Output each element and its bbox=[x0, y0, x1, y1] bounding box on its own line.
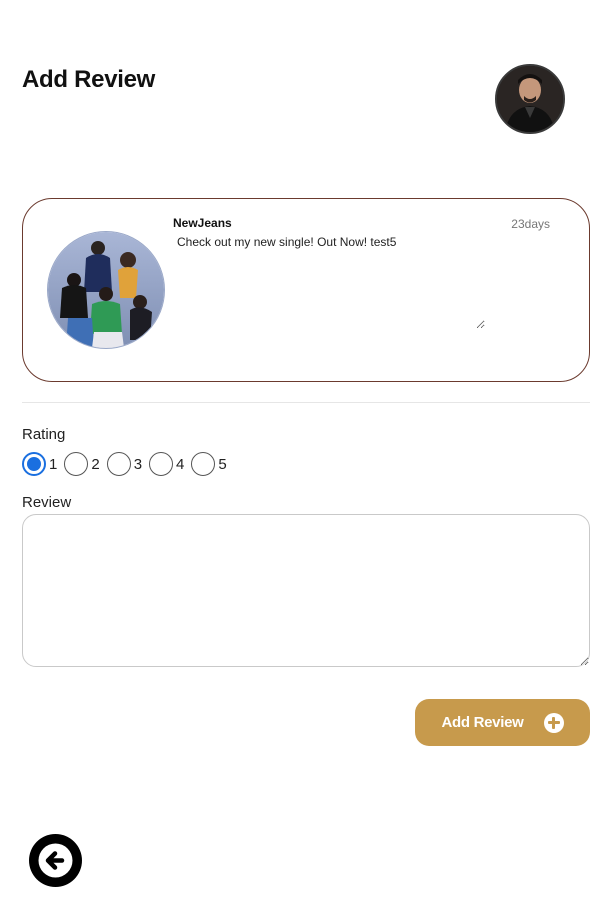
rating-radio-5[interactable] bbox=[191, 452, 216, 476]
add-review-button[interactable]: Add Review bbox=[415, 699, 590, 746]
post-card: NewJeans 23days bbox=[22, 198, 590, 382]
user-avatar-photo bbox=[497, 66, 563, 132]
post-age: 23days bbox=[511, 217, 550, 231]
page-title: Add Review bbox=[22, 66, 156, 93]
post-text-field[interactable] bbox=[173, 233, 485, 329]
rating-option-3[interactable]: 3 bbox=[106, 452, 143, 476]
rating-radio-3[interactable] bbox=[106, 452, 131, 476]
rating-option-1[interactable]: 1 bbox=[22, 452, 57, 476]
rating-option-5[interactable]: 5 bbox=[191, 452, 227, 476]
add-review-label: Add Review bbox=[441, 714, 524, 731]
review-textarea[interactable] bbox=[22, 514, 590, 667]
rating-option-2[interactable]: 2 bbox=[64, 452, 100, 476]
artist-name: NewJeans bbox=[173, 216, 232, 230]
rating-value-4: 4 bbox=[176, 455, 185, 473]
divider bbox=[22, 402, 590, 403]
rating-option-4[interactable]: 4 bbox=[149, 452, 184, 476]
rating-radio-2[interactable] bbox=[64, 452, 89, 476]
rating-label: Rating bbox=[22, 426, 66, 443]
user-avatar[interactable] bbox=[495, 64, 565, 134]
add-review-page: Add Review NewJeans 23days Check out my … bbox=[0, 0, 613, 919]
rating-radio-1[interactable] bbox=[22, 452, 46, 476]
rating-value-1: 1 bbox=[49, 455, 58, 473]
rating-value-3: 3 bbox=[133, 455, 143, 473]
arrow-left-icon bbox=[38, 843, 73, 878]
review-label: Review bbox=[22, 494, 72, 511]
rating-value-5: 5 bbox=[218, 455, 227, 473]
rating-value-2: 2 bbox=[91, 455, 100, 473]
rating-radio-4[interactable] bbox=[149, 452, 174, 476]
rating-options: 1 2 3 4 5 bbox=[22, 452, 234, 476]
artist-image bbox=[47, 231, 165, 349]
back-button[interactable] bbox=[29, 834, 82, 887]
artist-group-photo bbox=[48, 232, 164, 348]
plus-circle-icon bbox=[543, 712, 564, 733]
